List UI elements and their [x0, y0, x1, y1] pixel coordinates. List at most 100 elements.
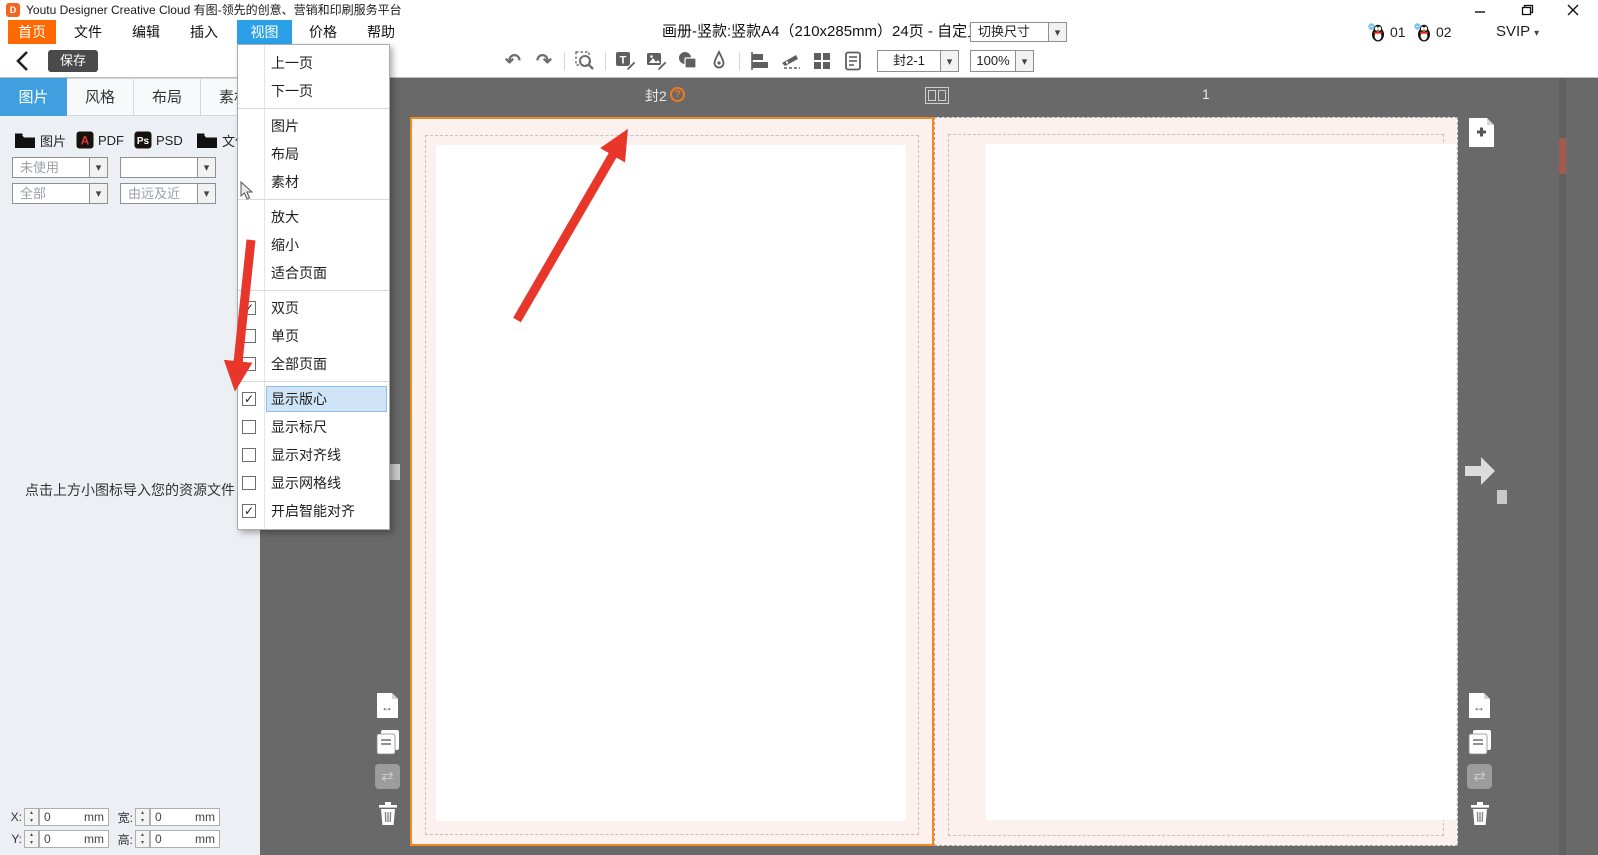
view-menu-item[interactable]: 布局 — [238, 140, 389, 168]
x-field[interactable]: 0mm — [39, 808, 109, 826]
stepper-down-icon — [136, 839, 149, 847]
width-value: 0 — [155, 810, 162, 824]
tab-layouts[interactable]: 布局 — [134, 78, 201, 116]
left-page-cover2[interactable] — [410, 117, 934, 846]
checkbox-checked-icon[interactable]: ✓ — [242, 301, 256, 315]
undo-button[interactable]: ↶ — [500, 48, 526, 74]
page-selector-select[interactable]: 封2-1 — [877, 50, 959, 72]
page-doc-tool[interactable] — [840, 48, 866, 74]
zoom-level-select[interactable]: 100% — [970, 50, 1034, 72]
right-page-size-button[interactable]: ↔ — [1466, 692, 1493, 719]
minimize-button[interactable] — [1463, 0, 1497, 20]
close-button[interactable] — [1556, 0, 1590, 20]
divider — [739, 52, 740, 70]
folder-icon — [196, 132, 218, 149]
stepper-up-icon — [25, 809, 38, 817]
height-stepper[interactable] — [135, 830, 150, 848]
view-menu-item[interactable]: 图片 — [238, 112, 389, 140]
view-menu-groups: 上一页下一页图片布局素材放大缩小适合页面✓双页单页全部页面✓显示版心显示标尺显示… — [238, 49, 389, 525]
qq-account-1[interactable]: 01 — [1368, 22, 1406, 42]
checkbox-checked-icon[interactable]: ✓ — [242, 392, 256, 406]
checkbox-unchecked-icon[interactable] — [242, 329, 256, 343]
marquee-zoom-tool[interactable] — [572, 48, 598, 74]
left-delete-page-button[interactable] — [374, 799, 401, 826]
filter-order-select[interactable]: 由远及近 — [120, 183, 216, 204]
chevron-down-icon — [197, 158, 215, 177]
next-page-arrow[interactable] — [1463, 452, 1497, 490]
checkbox-unchecked-icon[interactable] — [242, 476, 256, 490]
svg-text:↔: ↔ — [381, 700, 393, 714]
view-menu-item[interactable]: 适合页面 — [238, 259, 389, 287]
view-menu-item[interactable]: 下一页 — [238, 77, 389, 105]
switch-size-select[interactable]: 切换尺寸 — [970, 22, 1067, 42]
left-copy-page-button[interactable] — [374, 728, 401, 755]
view-menu-item[interactable]: 放大 — [238, 203, 389, 231]
canvas-right-handle[interactable] — [1497, 490, 1507, 504]
view-menu-item[interactable]: ✓开启智能对齐 — [238, 497, 389, 525]
view-menu-item[interactable]: 上一页 — [238, 49, 389, 77]
checkbox-unchecked-icon[interactable] — [242, 357, 256, 371]
import-pdf-button[interactable]: A PDF — [76, 126, 124, 154]
filter-scope-select[interactable]: 全部 — [12, 183, 108, 204]
filter-type-select[interactable] — [120, 157, 216, 178]
svip-menu[interactable]: SVIP ▾ — [1496, 22, 1539, 42]
add-page-button[interactable] — [1466, 116, 1496, 148]
view-menu-item[interactable]: 显示标尺 — [238, 413, 389, 441]
menu-insert[interactable]: 插入 — [180, 20, 228, 44]
psd-icon: Ps — [134, 131, 152, 149]
scrollbar-thumb[interactable] — [1559, 138, 1566, 174]
grid-view-tool[interactable] — [809, 48, 835, 74]
canvas-scrollbar[interactable] — [1559, 78, 1566, 855]
back-button[interactable] — [10, 48, 36, 74]
save-button[interactable]: 保存 — [48, 50, 98, 72]
left-page-content-area[interactable] — [436, 145, 906, 821]
canvas-area: 封2 ? 1 ↔ — [260, 78, 1598, 855]
spread-view-icon[interactable] — [925, 87, 949, 104]
view-menu-item[interactable]: 缩小 — [238, 231, 389, 259]
pen-tool[interactable] — [706, 48, 732, 74]
shape-tool[interactable] — [675, 48, 701, 74]
slice-tool[interactable] — [778, 48, 804, 74]
view-menu-item[interactable]: 素材 — [238, 168, 389, 196]
checkbox-unchecked-icon[interactable] — [242, 448, 256, 462]
y-unit: mm — [84, 832, 104, 846]
view-menu-item[interactable]: ✓双页 — [238, 294, 389, 322]
x-stepper[interactable] — [24, 808, 39, 826]
menu-price[interactable]: 价格 — [299, 20, 347, 44]
view-menu-item[interactable]: ✓显示版心 — [238, 385, 389, 413]
image-edit-tool[interactable] — [644, 48, 670, 74]
filter-usage-select[interactable]: 未使用 — [12, 157, 108, 178]
view-menu-item[interactable]: 显示网格线 — [238, 469, 389, 497]
restore-button[interactable] — [1510, 0, 1544, 20]
y-field[interactable]: 0mm — [39, 830, 109, 848]
help-icon[interactable]: ? — [670, 87, 685, 102]
view-menu-item[interactable]: 显示对齐线 — [238, 441, 389, 469]
redo-button[interactable]: ↷ — [531, 48, 557, 74]
import-psd-button[interactable]: Ps PSD — [134, 126, 183, 154]
checkbox-checked-icon[interactable]: ✓ — [242, 504, 256, 518]
checkbox-unchecked-icon[interactable] — [242, 420, 256, 434]
width-field[interactable]: 0mm — [150, 808, 220, 826]
height-field[interactable]: 0mm — [150, 830, 220, 848]
menu-edit[interactable]: 编辑 — [122, 20, 170, 44]
right-delete-page-button[interactable] — [1466, 799, 1493, 826]
tab-styles[interactable]: 风格 — [67, 78, 134, 116]
text-edit-tool[interactable]: T — [613, 48, 639, 74]
right-page-1[interactable] — [934, 117, 1458, 846]
menu-home[interactable]: 首页 — [8, 20, 56, 44]
y-stepper[interactable] — [24, 830, 39, 848]
import-image-button[interactable]: 图片 — [14, 126, 66, 154]
left-page-size-button[interactable]: ↔ — [374, 692, 401, 719]
right-copy-page-button[interactable] — [1466, 728, 1493, 755]
align-tool[interactable] — [747, 48, 773, 74]
right-page-content-area[interactable] — [986, 144, 1456, 820]
menu-view[interactable]: 视图 — [237, 20, 292, 44]
add-page-icon — [1467, 117, 1495, 148]
tab-images[interactable]: 图片 — [0, 78, 67, 116]
view-menu-item[interactable]: 全部页面 — [238, 350, 389, 378]
menu-file[interactable]: 文件 — [64, 20, 112, 44]
qq-account-2[interactable]: 02 — [1414, 22, 1452, 42]
view-menu-item[interactable]: 单页 — [238, 322, 389, 350]
width-stepper[interactable] — [135, 808, 150, 826]
menu-help[interactable]: 帮助 — [357, 20, 405, 44]
